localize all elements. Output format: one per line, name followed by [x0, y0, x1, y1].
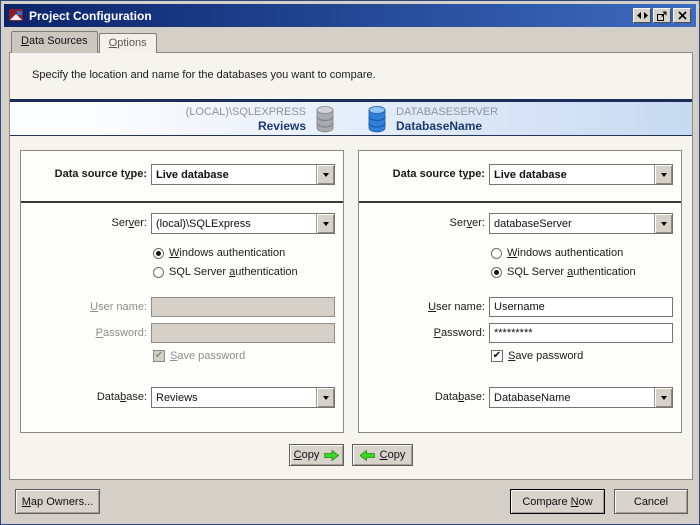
- sql-auth-label: SQL Server authentication: [169, 266, 298, 278]
- cancel-label: Cancel: [634, 496, 668, 508]
- copy-label: Copy: [380, 449, 406, 461]
- comparison-header-band: (LOCAL)\SQLEXPRESS Reviews DATABASESERVE…: [10, 102, 692, 136]
- windows-auth-label: Windows authentication: [169, 247, 285, 259]
- panel-separator: [21, 201, 343, 203]
- right-password-input[interactable]: [489, 323, 673, 343]
- left-database-name: Reviews: [128, 119, 306, 133]
- maximize-icon: [657, 11, 667, 21]
- password-label: Password:: [27, 323, 147, 344]
- window-title: Project Configuration: [29, 9, 631, 23]
- left-server-select[interactable]: (local)\SQLExpress: [151, 213, 335, 234]
- dropdown-arrow-icon[interactable]: [654, 214, 672, 233]
- database-label: Database:: [365, 387, 485, 408]
- left-database-select[interactable]: Reviews: [151, 387, 335, 408]
- server-label: Server:: [365, 213, 485, 234]
- left-datasource-panel: Data source type: Live database Server: …: [20, 150, 344, 433]
- right-datasource-panel: Data source type: Live database Server: …: [358, 150, 682, 433]
- radio-unselected-icon: [153, 267, 164, 278]
- radio-selected-icon: [153, 248, 164, 259]
- map-owners-label: Map Owners...: [22, 496, 94, 508]
- right-data-source-type-select[interactable]: Live database: [489, 164, 673, 185]
- database-label: Database:: [27, 387, 147, 408]
- dropdown-arrow-icon[interactable]: [316, 214, 334, 233]
- tab-options[interactable]: Options: [99, 33, 157, 53]
- database-gray-icon: [314, 105, 336, 133]
- collapse-button[interactable]: [633, 8, 651, 23]
- check-icon: ✔: [153, 350, 165, 362]
- copy-to-right-button[interactable]: Copy: [289, 444, 344, 466]
- right-database-name: DatabaseName: [396, 119, 574, 133]
- app-icon: [9, 9, 24, 22]
- copy-right-arrow-icon: [324, 450, 339, 461]
- cancel-button[interactable]: Cancel: [614, 489, 688, 514]
- copy-label: Copy: [294, 449, 320, 461]
- right-user-name-input[interactable]: [489, 297, 673, 317]
- selected-value: Live database: [156, 169, 229, 181]
- data-source-type-label: Data source type:: [27, 164, 147, 185]
- left-data-source-type-select[interactable]: Live database: [151, 164, 335, 185]
- save-password-label: Save password: [170, 350, 245, 362]
- database-blue-icon: [366, 105, 388, 133]
- radio-unselected-icon: [491, 248, 502, 259]
- right-database-summary: DATABASESERVER DatabaseName: [396, 105, 574, 133]
- save-password-label: Save password: [508, 350, 583, 362]
- left-user-name-input: [151, 297, 335, 317]
- copy-left-arrow-icon: [360, 450, 375, 461]
- instruction-text: Specify the location and name for the da…: [32, 69, 376, 81]
- left-password-input: [151, 323, 335, 343]
- windows-auth-label: Windows authentication: [507, 247, 623, 259]
- selected-value: Live database: [494, 169, 567, 181]
- dropdown-arrow-icon[interactable]: [316, 165, 334, 184]
- right-server-select[interactable]: databaseServer: [489, 213, 673, 234]
- collapse-icon: [637, 12, 648, 19]
- close-icon: [678, 11, 687, 20]
- maximize-button[interactable]: [653, 8, 671, 23]
- right-database-select[interactable]: DatabaseName: [489, 387, 673, 408]
- selected-value: (local)\SQLExpress: [156, 218, 251, 230]
- password-label: Password:: [365, 323, 485, 344]
- radio-dot-icon: [156, 251, 161, 256]
- compare-now-label: Compare Now: [522, 496, 592, 508]
- selected-value: DatabaseName: [494, 392, 570, 404]
- right-sql-auth-radio[interactable]: SQL Server authentication: [491, 265, 636, 279]
- titlebar: Project Configuration: [4, 4, 696, 27]
- left-save-password-checkbox: ✔ Save password: [153, 349, 245, 363]
- check-icon: ✔: [491, 350, 503, 362]
- right-server-name: DATABASESERVER: [396, 105, 574, 119]
- panel-separator: [359, 201, 681, 203]
- radio-dot-icon: [494, 270, 499, 275]
- sql-auth-label: SQL Server authentication: [507, 266, 636, 278]
- tab-data-sources[interactable]: Data Sources: [11, 31, 98, 53]
- left-server-name: (LOCAL)\SQLEXPRESS: [128, 105, 306, 119]
- tabstrip: Data Sources Options: [11, 32, 158, 53]
- radio-selected-icon: [491, 267, 502, 278]
- right-save-password-checkbox[interactable]: ✔ Save password: [491, 349, 583, 363]
- compare-now-button[interactable]: Compare Now: [510, 489, 605, 514]
- user-name-label: User name:: [365, 297, 485, 318]
- data-sources-tabpage: Specify the location and name for the da…: [9, 52, 693, 480]
- selected-value: Reviews: [156, 392, 198, 404]
- project-configuration-dialog: Project Configuration Data Sources Optio…: [0, 0, 700, 525]
- copy-to-left-button[interactable]: Copy: [352, 444, 413, 466]
- dropdown-arrow-icon[interactable]: [316, 388, 334, 407]
- left-windows-auth-radio[interactable]: Windows authentication: [153, 246, 285, 260]
- left-database-summary: (LOCAL)\SQLEXPRESS Reviews: [128, 105, 306, 133]
- selected-value: databaseServer: [494, 218, 572, 230]
- left-sql-auth-radio[interactable]: SQL Server authentication: [153, 265, 298, 279]
- dropdown-arrow-icon[interactable]: [654, 388, 672, 407]
- server-label: Server:: [27, 213, 147, 234]
- right-windows-auth-radio[interactable]: Windows authentication: [491, 246, 623, 260]
- data-source-type-label: Data source type:: [365, 164, 485, 185]
- user-name-label: User name:: [27, 297, 147, 318]
- map-owners-button[interactable]: Map Owners...: [15, 489, 100, 514]
- close-button[interactable]: [673, 8, 691, 23]
- dropdown-arrow-icon[interactable]: [654, 165, 672, 184]
